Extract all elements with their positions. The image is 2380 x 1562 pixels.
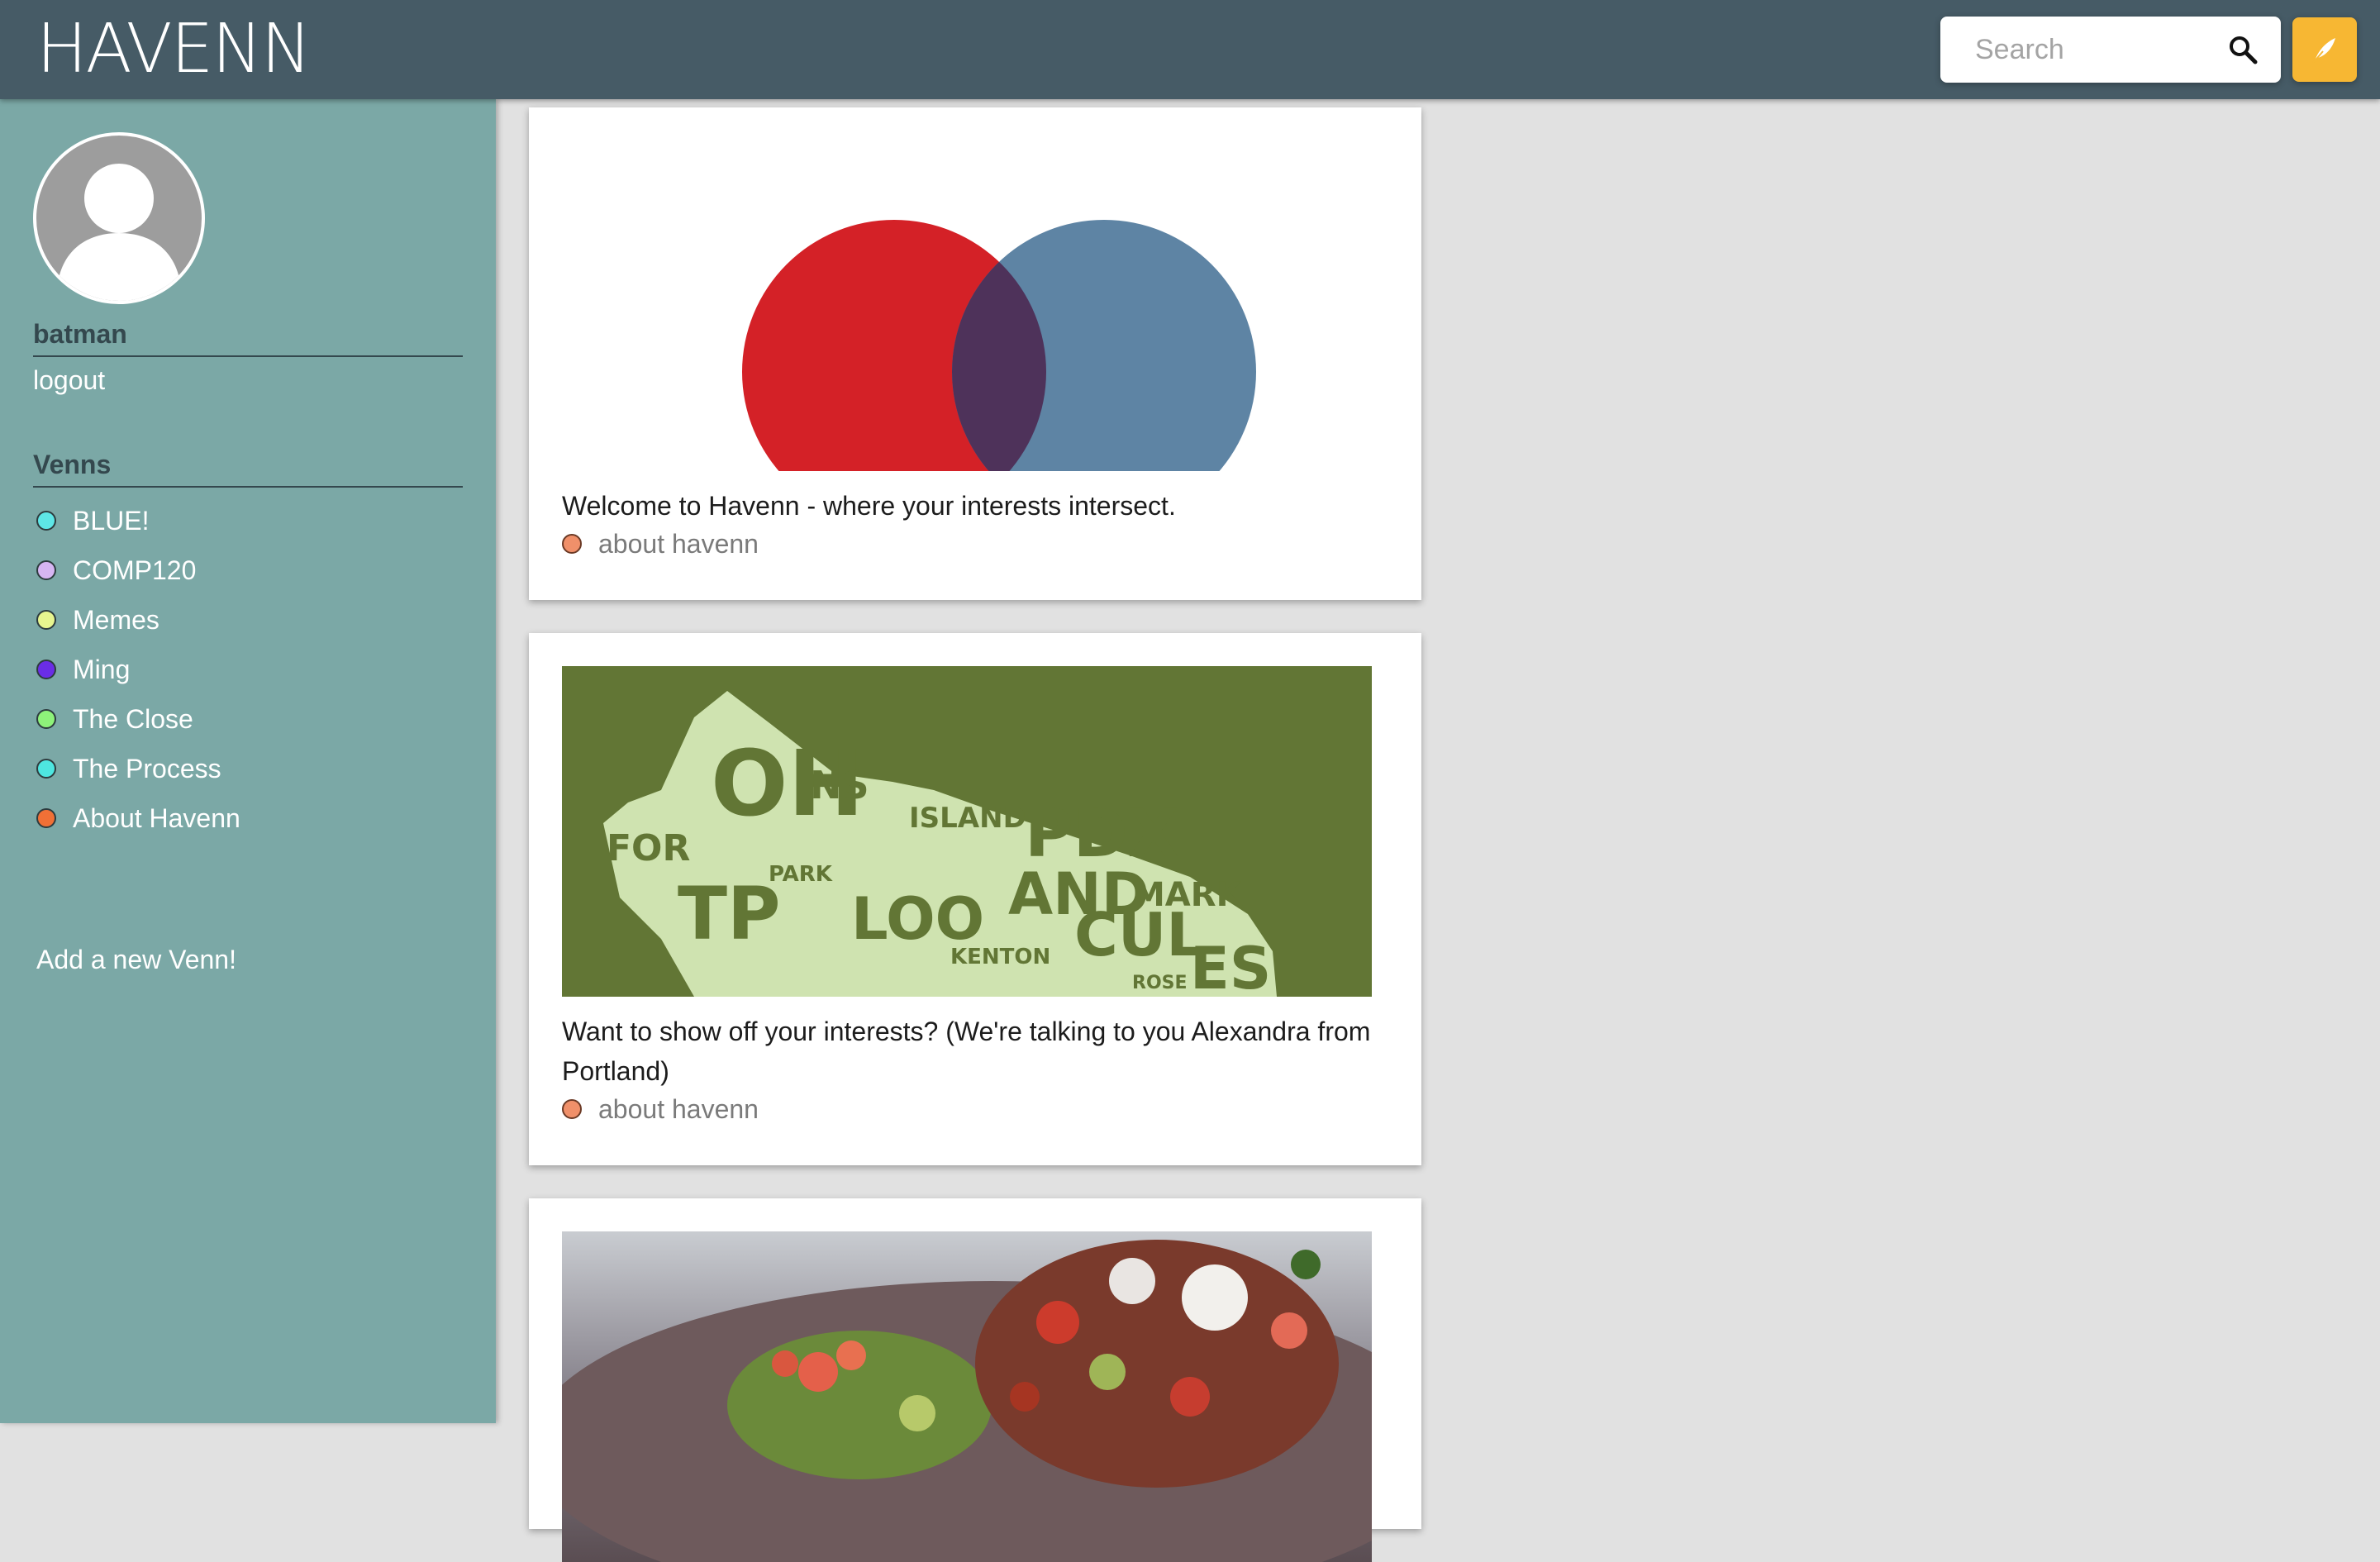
svg-text:MARK: MARK — [1132, 876, 1244, 914]
tag-color-dot — [562, 534, 582, 554]
post-venn-tag[interactable]: about havenn — [562, 1093, 759, 1126]
default-user-icon — [56, 164, 182, 301]
post-card[interactable]: Welcome to Havenn - where your interests… — [529, 107, 1421, 600]
venns-heading: Venns — [33, 448, 463, 488]
venn-color-dot — [36, 610, 56, 630]
search-icon[interactable] — [2226, 33, 2259, 66]
portland-neighborhood-map-image[interactable]: OH NS FOR TP LOO AND CUL PDX ISLAND ES P… — [562, 666, 1372, 997]
svg-text:ES: ES — [1190, 935, 1271, 997]
svg-text:ROSE: ROSE — [1132, 973, 1188, 993]
venn-item-blue[interactable]: BLUE! — [36, 496, 466, 545]
venn-item-memes[interactable]: Memes — [36, 595, 466, 645]
logout-link[interactable]: logout — [33, 364, 105, 397]
salad-food-photo-image[interactable] — [562, 1231, 1372, 1562]
venn-color-dot — [36, 660, 56, 679]
add-venn-link[interactable]: Add a new Venn! — [36, 942, 236, 977]
compose-post-button[interactable] — [2292, 17, 2357, 82]
venn-list: BLUE! COMP120 Memes Ming The Close The P… — [36, 496, 466, 843]
venn-color-dot — [36, 709, 56, 729]
venn-item-ming[interactable]: Ming — [36, 645, 466, 694]
post-text: Welcome to Havenn - where your interests… — [562, 491, 1176, 521]
venn-item-the-close[interactable]: The Close — [36, 694, 466, 744]
venn-item-comp120[interactable]: COMP120 — [36, 545, 466, 595]
tag-label: about havenn — [598, 1094, 759, 1124]
venn-diagram-image[interactable] — [562, 107, 1372, 471]
tag-color-dot — [562, 1099, 582, 1119]
venn-label: Ming — [73, 654, 131, 684]
sidebar: batman logout Venns BLUE! COMP120 Memes … — [0, 99, 496, 1423]
post-card[interactable]: OH NS FOR TP LOO AND CUL PDX ISLAND ES P… — [529, 633, 1421, 1165]
venn-color-dot — [36, 759, 56, 779]
avatar[interactable] — [33, 132, 205, 304]
svg-text:FOR: FOR — [607, 827, 690, 869]
svg-text:ISLAND: ISLAND — [909, 802, 1026, 835]
svg-text:TP: TP — [678, 871, 781, 956]
post-venn-tag[interactable]: about havenn — [562, 527, 759, 560]
quill-pen-icon — [2312, 38, 2335, 64]
search-box[interactable] — [1940, 17, 2281, 83]
username: batman — [33, 317, 463, 357]
venn-label: BLUE! — [73, 505, 150, 536]
svg-text:LOO: LOO — [851, 885, 984, 953]
havenn-logo[interactable]: HAVENN — [36, 15, 312, 84]
search-input[interactable] — [1940, 17, 2221, 83]
tag-label: about havenn — [598, 529, 759, 559]
venn-color-dot — [36, 511, 56, 531]
venn-label: Memes — [73, 604, 159, 635]
post-text: Want to show off your interests? (We're … — [562, 1017, 1371, 1086]
venn-label: About Havenn — [73, 802, 240, 833]
svg-text:PDX: PDX — [1025, 795, 1179, 872]
venn-item-about-havenn[interactable]: About Havenn — [36, 793, 466, 843]
venn-label: COMP120 — [73, 555, 197, 585]
svg-text:KENTON: KENTON — [950, 945, 1050, 969]
top-bar: HAVENN — [0, 0, 2380, 99]
post-card[interactable] — [529, 1198, 1421, 1562]
svg-text:PARK: PARK — [769, 862, 833, 887]
venn-label: The Process — [73, 753, 221, 783]
venn-color-dot — [36, 808, 56, 828]
venn-label: The Close — [73, 703, 193, 734]
venn-item-the-process[interactable]: The Process — [36, 744, 466, 793]
svg-text:NS: NS — [810, 763, 869, 807]
venn-color-dot — [36, 560, 56, 580]
